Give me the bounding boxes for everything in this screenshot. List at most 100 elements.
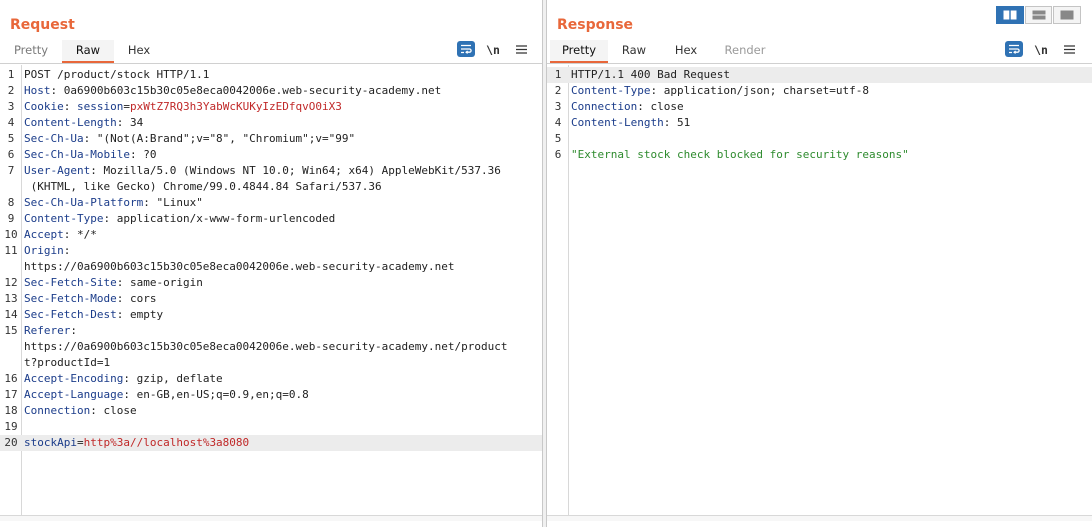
code-line: 3 Cookie: session=pxWtZ7RQ3h3YabWcKUKyIzE… [0,99,542,115]
code-token: stockApi [24,436,77,449]
code-token: : en-GB,en-US;q=0.9,en;q=0.8 [123,388,309,401]
code-token: Sec-Ch-Ua [24,132,84,145]
line-text: t?productId=1 [24,355,530,371]
line-number: 3 [554,100,562,113]
code-token: : 51 [663,116,691,129]
line-text: Host: 0a6900b603c15b30c05e8eca0042006e.w… [24,83,530,99]
code-token: Accept-Encoding [24,372,124,385]
menu-icon[interactable] [1062,41,1076,58]
line-text: Connection: close [24,403,530,419]
code-token: Accept [24,228,64,241]
line-number: 16 [4,372,18,385]
line-text: Content-Length: 34 [24,115,530,131]
line-text: (KHTML, like Gecko) Chrome/99.0.4844.84 … [24,179,530,195]
code-token: : close [90,404,137,417]
code-token: : [63,100,77,113]
code-line: 2 Host: 0a6900b603c15b30c05e8eca0042006e.… [0,83,542,99]
code-token: : "(Not(A:Brand";v="8", "Chromium";v="99… [83,132,356,145]
code-token: Sec-Ch-Ua-Platform [24,196,144,209]
code-token: : close [637,100,684,113]
line-number: 2 [7,84,15,97]
line-text: POST /product/stock HTTP/1.1 [24,67,530,83]
line-number: 15 [4,324,18,337]
code-token: Host [24,84,51,97]
newline-icon[interactable]: \n [1033,41,1049,58]
response-tab-pretty[interactable]: Pretty [550,40,608,63]
code-token: Connection [24,404,91,417]
line-text: Connection: close [571,99,1080,115]
code-token: Sec-Ch-Ua-Mobile [24,148,130,161]
code-token: t?productId=1 [24,356,111,369]
code-token: Content-Type [571,84,651,97]
line-number: 5 [7,132,15,145]
line-text: Cookie: session=pxWtZ7RQ3h3YabWcKUKyIzED… [24,99,530,115]
code-line: 20 stockApi=http%3a//localhost%3a8080 [0,435,542,451]
code-token: = [123,100,130,113]
line-number: 8 [7,196,15,209]
line-number: 11 [4,244,18,257]
response-tab-hex[interactable]: Hex [665,40,707,63]
horizontal-scrollbar[interactable] [547,515,1092,521]
code-line: 7 User-Agent: Mozilla/5.0 (Windows NT 10.… [0,163,542,179]
code-token: POST /product/stock HTTP/1.1 [24,68,210,81]
line-number: 9 [7,212,15,225]
code-line: 9 Content-Type: application/x-www-form-ur… [0,211,542,227]
code-token: Content-Length [571,116,664,129]
line-number: 10 [4,228,18,241]
request-tab-pretty[interactable]: Pretty [6,40,56,63]
response-tab-render[interactable]: Render [719,40,771,63]
code-token: : application/json; charset=utf-8 [650,84,870,97]
code-line: 12 Sec-Fetch-Site: same-origin [0,275,542,291]
line-text: Content-Type: application/json; charset=… [571,83,1080,99]
code-line: 19 [0,419,542,435]
code-line: 11 Origin: [0,243,542,259]
request-tab-raw[interactable]: Raw [62,40,114,63]
line-text: stockApi=http%3a//localhost%3a8080 [24,435,530,451]
horizontal-scrollbar[interactable] [0,515,542,521]
request-tab-hex[interactable]: Hex [118,40,160,63]
code-token: Sec-Fetch-Site [24,276,117,289]
response-title: Response [557,17,634,33]
code-token: "External stock check blocked for securi… [571,148,909,161]
code-line: 5 [547,131,1092,147]
code-token: https://0a6900b603c15b30c05e8eca0042006e… [24,340,508,353]
line-number: 20 [4,436,18,449]
line-number: 4 [554,116,562,129]
line-number: 17 [4,388,18,401]
menu-icon[interactable] [514,41,528,58]
request-toolbar: \n [456,41,534,58]
code-line: 16 Accept-Encoding: gzip, deflate [0,371,542,387]
line-number: 6 [7,148,15,161]
wrap-lines-icon[interactable] [1005,41,1023,57]
line-number: 2 [554,84,562,97]
newline-icon[interactable]: \n [485,41,501,58]
layout-side-by-side-icon[interactable] [996,6,1024,24]
code-line: 4 Content-Length: 51 [547,115,1092,131]
code-line: (KHTML, like Gecko) Chrome/99.0.4844.84 … [0,179,542,195]
line-text: Accept-Encoding: gzip, deflate [24,371,530,387]
layout-top-bottom-icon[interactable] [1024,6,1053,24]
code-line: https://0a6900b603c15b30c05e8eca0042006e… [0,259,542,275]
line-text: Sec-Ch-Ua-Platform: "Linux" [24,195,530,211]
code-line: https://0a6900b603c15b30c05e8eca0042006e… [0,339,542,355]
line-number: 13 [4,292,18,305]
response-pane: Response Pretty Raw Hex Render \n 1 HTTP/… [546,0,1092,527]
line-text: Sec-Fetch-Site: same-origin [24,275,530,291]
line-number: 18 [4,404,18,417]
request-lines: 1 POST /product/stock HTTP/1.1 2 Host: 0a69… [0,67,542,451]
code-token: Connection [571,100,638,113]
code-line: 17 Accept-Language: en-GB,en-US;q=0.9,en;… [0,387,542,403]
request-pane: Request Pretty Raw Hex \n 1 POST /product… [0,0,543,527]
code-token: Referer [24,324,71,337]
request-editor[interactable]: 1 POST /product/stock HTTP/1.1 2 Host: 0a69… [0,65,542,521]
code-line: 2 Content-Type: application/json; charset… [547,83,1092,99]
code-line: 8 Sec-Ch-Ua-Platform: "Linux" [0,195,542,211]
wrap-lines-icon[interactable] [457,41,475,57]
response-tab-raw[interactable]: Raw [613,40,655,63]
request-title: Request [10,17,75,33]
code-token: session [77,100,124,113]
layout-tabs-icon[interactable] [1053,6,1082,24]
code-token: : cors [116,292,157,305]
code-token: Accept-Language [24,388,124,401]
response-editor[interactable]: 1 HTTP/1.1 400 Bad Request 2 Content-Type: … [547,65,1092,521]
